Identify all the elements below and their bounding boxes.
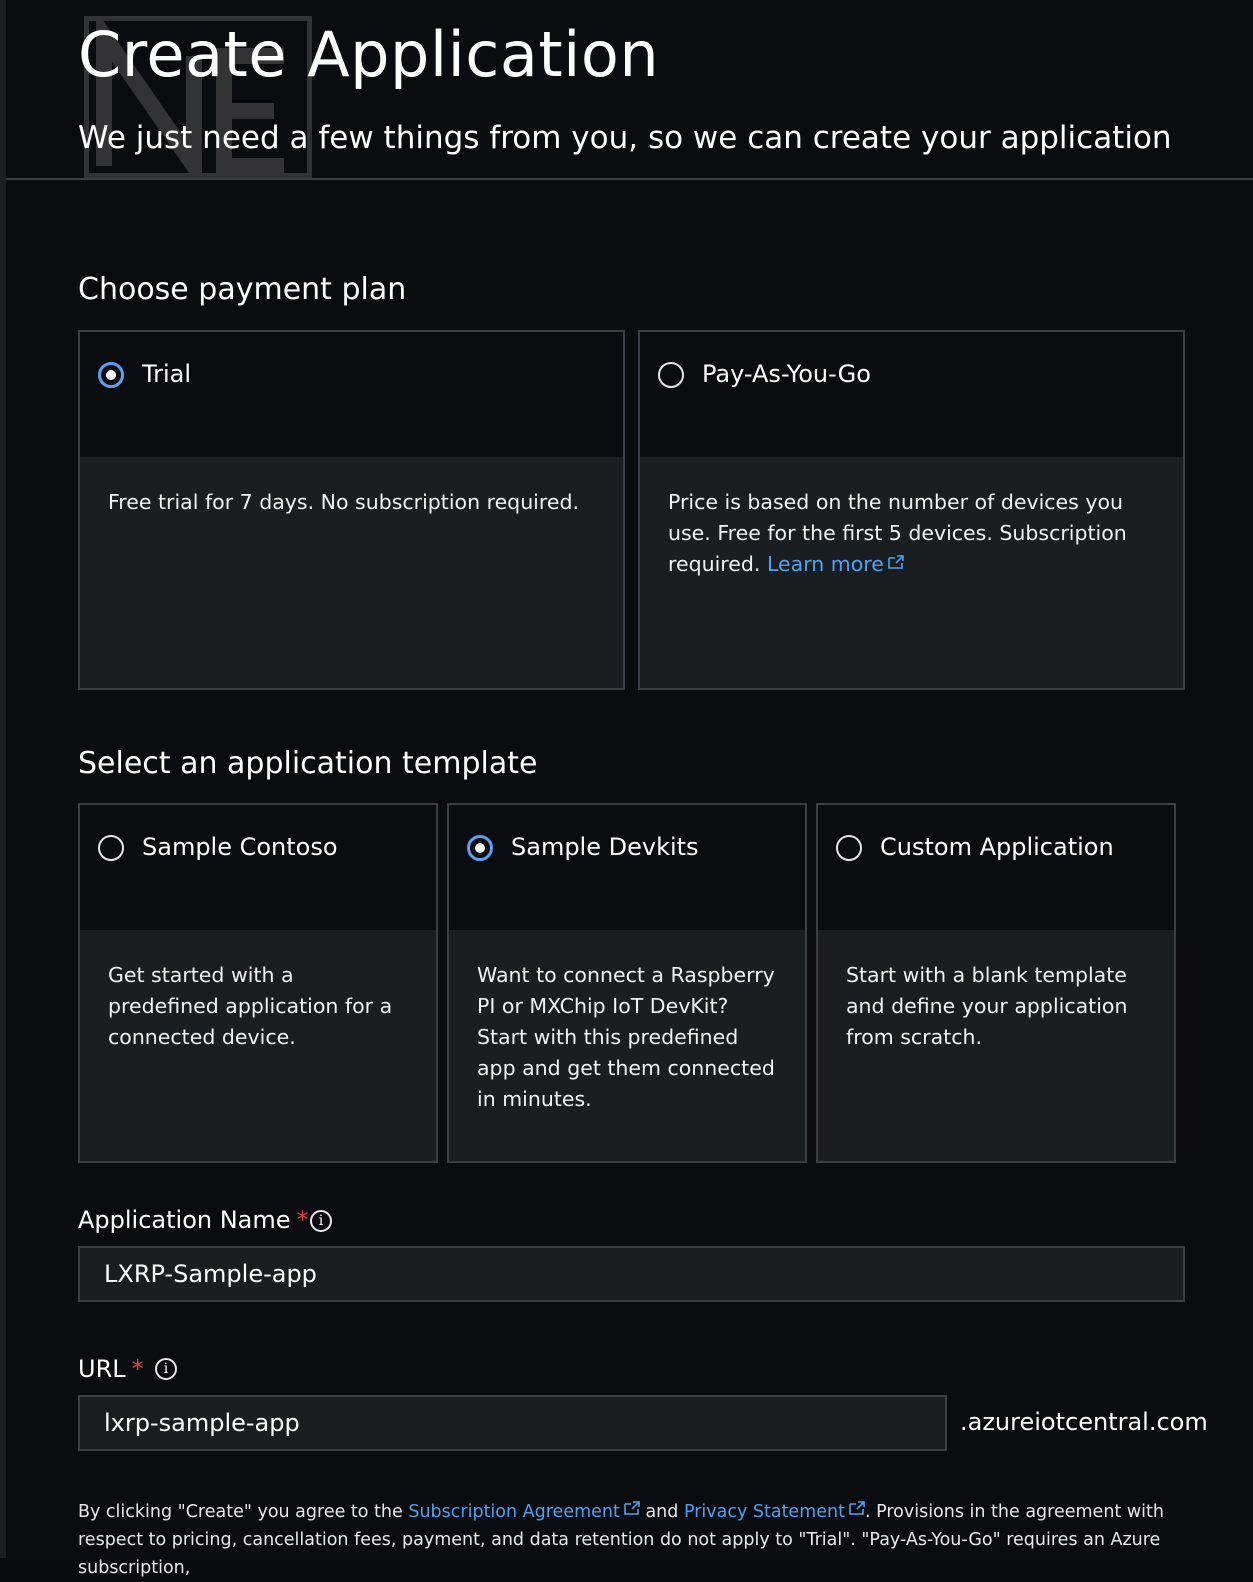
pay-as-you-go-radio[interactable] xyxy=(658,362,684,388)
external-link-icon xyxy=(624,1501,640,1515)
page-subtitle: We just need a few things from you, so w… xyxy=(78,120,1172,156)
template-card-sample-devkits[interactable]: Sample Devkits Want to connect a Raspber… xyxy=(447,803,807,1163)
learn-more-label: Learn more xyxy=(766,552,884,576)
required-marker: * xyxy=(296,1206,309,1234)
url-label-text: URL xyxy=(78,1355,126,1383)
privacy-statement-label: Privacy Statement xyxy=(683,1502,845,1522)
template-card-header: Custom Application xyxy=(818,805,1174,930)
template-description: Want to connect a Raspberry PI or MXChip… xyxy=(449,930,805,1161)
sample-devkits-radio[interactable] xyxy=(467,835,493,861)
plan-card-pay-as-you-go[interactable]: Pay-As-You-Go Price is based on the numb… xyxy=(638,330,1185,690)
plan-description: Price is based on the number of devices … xyxy=(640,457,1183,688)
plan-description: Free trial for 7 days. No subscription r… xyxy=(80,457,623,688)
template-description: Start with a blank template and define y… xyxy=(818,930,1174,1161)
application-name-label-text: Application Name xyxy=(78,1206,291,1234)
payment-plan-heading: Choose payment plan xyxy=(78,272,407,307)
trial-radio[interactable] xyxy=(98,362,124,388)
custom-application-radio[interactable] xyxy=(836,835,862,861)
url-input[interactable]: lxrp-sample-app xyxy=(78,1395,947,1451)
plan-label: Pay-As-You-Go xyxy=(702,360,871,388)
learn-more-link[interactable]: Learn more xyxy=(767,552,904,576)
sample-contoso-radio[interactable] xyxy=(98,835,124,861)
subscription-agreement-link[interactable]: Subscription Agreement xyxy=(408,1501,640,1522)
plan-description-text: Free trial for 7 days. No subscription r… xyxy=(108,490,579,514)
legal-prefix: By clicking "Create" you agree to the xyxy=(78,1502,403,1522)
url-label: URL * xyxy=(78,1355,144,1383)
info-icon[interactable]: i xyxy=(155,1358,177,1380)
template-label: Sample Contoso xyxy=(142,833,338,861)
template-description: Get started with a predefined applicatio… xyxy=(80,930,436,1161)
template-card-header: Sample Contoso xyxy=(80,805,436,930)
info-icon[interactable]: i xyxy=(310,1210,332,1232)
template-card-custom-application[interactable]: Custom Application Start with a blank te… xyxy=(816,803,1176,1163)
privacy-statement-link[interactable]: Privacy Statement xyxy=(683,1501,865,1522)
plan-card-trial[interactable]: Trial Free trial for 7 days. No subscrip… xyxy=(78,330,625,690)
application-name-input[interactable]: LXRP-Sample-app xyxy=(78,1246,1185,1302)
plan-card-header: Trial xyxy=(80,332,623,457)
page-title: Create Application xyxy=(78,18,660,91)
template-card-sample-contoso[interactable]: Sample Contoso Get started with a predef… xyxy=(78,803,438,1163)
legal-notice: By clicking "Create" you agree to the Su… xyxy=(78,1498,1188,1582)
template-heading: Select an application template xyxy=(78,746,538,781)
template-card-header: Sample Devkits xyxy=(449,805,805,930)
plan-card-header: Pay-As-You-Go xyxy=(640,332,1183,457)
application-name-label: Application Name * xyxy=(78,1206,309,1234)
plan-label: Trial xyxy=(142,360,192,388)
subscription-agreement-label: Subscription Agreement xyxy=(408,1502,620,1522)
url-domain-suffix: .azureiotcentral.com xyxy=(960,1408,1208,1436)
page-header: Create Application We just need a few th… xyxy=(6,0,1253,180)
external-link-icon xyxy=(849,1501,865,1515)
template-label: Sample Devkits xyxy=(511,833,699,861)
external-link-icon xyxy=(888,555,904,569)
legal-and: and xyxy=(645,1502,679,1522)
template-label: Custom Application xyxy=(880,833,1114,861)
required-marker: * xyxy=(131,1355,144,1383)
